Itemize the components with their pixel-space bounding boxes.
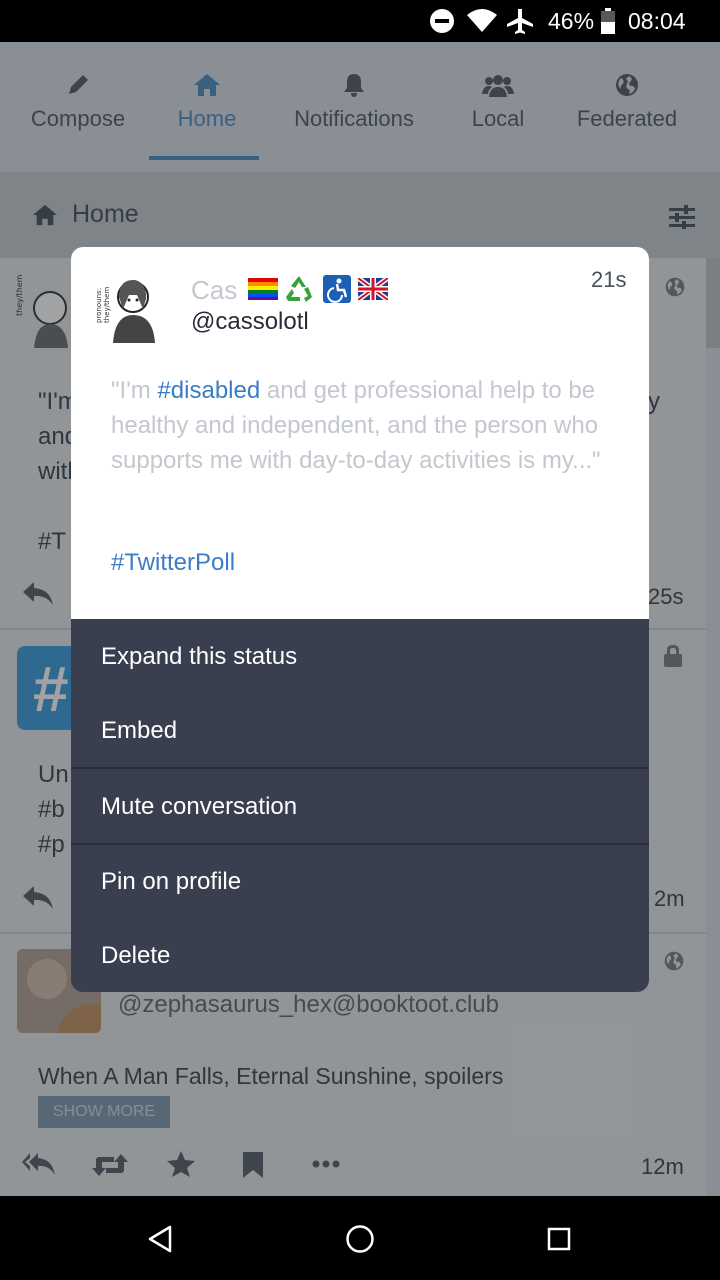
- avatar[interactable]: pronouns: they/them: [91, 267, 159, 343]
- wheelchair-symbol-icon: [323, 275, 351, 303]
- account-handle[interactable]: @cassolotl: [191, 308, 309, 336]
- status-card: pronouns: they/them Cas @cassolotl 21s "…: [71, 247, 649, 619]
- hashtag-link-twitterpoll[interactable]: #TwitterPoll: [111, 549, 235, 577]
- status-action-modal: pronouns: they/them Cas @cassolotl 21s "…: [71, 247, 649, 992]
- hashtag-link-disabled[interactable]: #disabled: [157, 377, 260, 404]
- recycling-symbol-icon: [284, 275, 314, 303]
- mute-conversation-menu-item[interactable]: Mute conversation: [71, 769, 649, 843]
- menu-item-label: Mute conversation: [101, 793, 298, 820]
- wifi-icon: [466, 0, 498, 42]
- uk-flag-icon: [358, 278, 388, 300]
- status-bar: 46% 08:04: [0, 0, 720, 42]
- status-timestamp[interactable]: 21s: [591, 267, 626, 293]
- status-text-start: "I'm: [111, 377, 158, 404]
- battery-icon: [600, 0, 616, 42]
- rainbow-flag-icon: [248, 278, 278, 300]
- menu-item-label: Delete: [101, 942, 171, 969]
- menu-item-label: Embed: [101, 717, 178, 744]
- back-icon[interactable]: [147, 1225, 173, 1253]
- delete-menu-item[interactable]: Delete: [71, 919, 649, 992]
- menu-item-label: Expand this status: [101, 643, 298, 670]
- display-name[interactable]: Cas: [191, 275, 237, 306]
- clock: 08:04: [628, 7, 686, 34]
- menu-item-label: Pin on profile: [101, 868, 242, 895]
- pin-on-profile-menu-item[interactable]: Pin on profile: [71, 845, 649, 919]
- svg-text:pronouns:: pronouns:: [95, 288, 103, 323]
- svg-text:they/them: they/them: [103, 287, 111, 323]
- do-not-disturb-icon: [429, 0, 455, 42]
- recents-icon[interactable]: [547, 1227, 571, 1251]
- system-navigation-bar: [0, 1196, 720, 1280]
- battery-percent: 46%: [548, 7, 595, 34]
- expand-status-menu-item[interactable]: Expand this status: [71, 619, 649, 693]
- home-button-icon[interactable]: [345, 1224, 375, 1254]
- embed-menu-item[interactable]: Embed: [71, 693, 649, 767]
- status-content: "I'm #disabled and get professional help…: [111, 373, 621, 478]
- airplane-mode-icon: [506, 0, 534, 42]
